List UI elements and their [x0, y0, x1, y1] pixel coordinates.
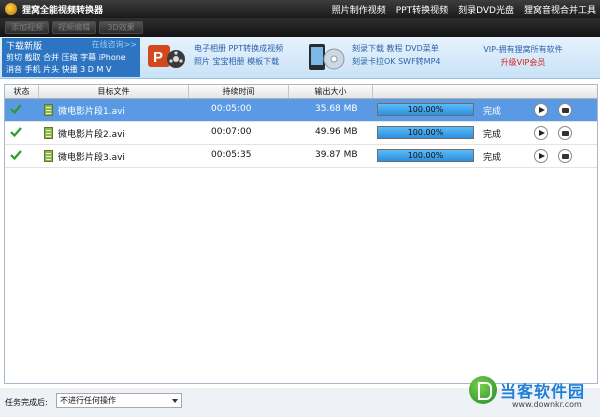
play-icon[interactable]: [534, 103, 548, 117]
progress-text: 100.00%: [407, 105, 444, 114]
col-target-file-header[interactable]: 目标文件: [39, 85, 189, 98]
progress-text: 100.00%: [407, 128, 444, 137]
window-title: 狸窝全能视频转换器: [22, 5, 104, 16]
ppt-film-icon[interactable]: P: [146, 41, 186, 73]
title-bar: 狸窝全能视频转换器 照片制作视频 PPT转换视频 刻录DVD光盘 狸窝音视合并工…: [0, 0, 600, 18]
task-table: 状态 目标文件 持续时间 输出大小 微电影片段1.avi 00:05:00 35…: [4, 84, 598, 384]
promo-dvd-text[interactable]: 刻录下载 教程 DVD菜单 刻录卡拉OK SWF转MP4: [352, 42, 441, 68]
edit-video-button[interactable]: 视频编辑: [52, 21, 96, 34]
nav-ppt-video-link[interactable]: PPT转换视频: [396, 3, 448, 16]
nav-merge-tool-link[interactable]: 狸窝音视合并工具: [524, 3, 596, 16]
promo-album-line-1[interactable]: 电子相册 PPT转换成视频: [194, 42, 283, 55]
after-complete-value: 不进行任何操作: [60, 396, 116, 405]
output-size: 39.87 MB: [315, 150, 358, 160]
download-features-line-1[interactable]: 剪切 截取 合并 压缩 字幕 iPhone: [6, 52, 126, 63]
download-title[interactable]: 下载新版: [6, 39, 42, 52]
watermark-logo-icon: [469, 376, 497, 404]
after-complete-select[interactable]: 不进行任何操作: [56, 393, 182, 408]
vip-upgrade-link[interactable]: 升级VIP会员: [448, 56, 598, 69]
open-folder-icon[interactable]: [558, 126, 572, 140]
table-header: 状态 目标文件 持续时间 输出大小: [5, 85, 597, 99]
promo-dvd-line-1[interactable]: 刻录下载 教程 DVD菜单: [352, 42, 441, 55]
file-name: 微电影片段2.avi: [58, 130, 125, 140]
progress-bar: 100.00%: [377, 149, 474, 162]
toolbar: 添加视频 视频编辑 3D效果: [0, 18, 600, 37]
open-folder-icon[interactable]: [558, 103, 572, 117]
download-box[interactable]: 下载新版 在线咨询>> 剪切 截取 合并 压缩 字幕 iPhone 消音 手机 …: [2, 38, 140, 77]
status-text: 完成: [483, 130, 502, 140]
chevron-down-icon[interactable]: [172, 399, 178, 403]
vip-line-1[interactable]: VIP-拥有狸窝所有软件: [448, 43, 598, 56]
video-file-icon: [44, 104, 53, 116]
check-icon: [10, 104, 22, 115]
progress-bar: 100.00%: [377, 126, 474, 139]
table-row[interactable]: 微电影片段1.avi 00:05:00 35.68 MB 100.00% 完成: [5, 99, 597, 122]
watermark-name: 当客软件园: [500, 382, 586, 401]
video-file-icon: [44, 127, 53, 139]
download-features-line-2[interactable]: 消音 手机 片头 快播 3 D M V: [6, 64, 111, 75]
col-status-header[interactable]: 状态: [5, 85, 39, 98]
video-file-icon: [44, 150, 53, 162]
progress-text: 100.00%: [407, 151, 444, 160]
nav-photo-video-link[interactable]: 照片制作视频: [332, 3, 386, 16]
check-icon: [10, 127, 22, 138]
duration: 00:05:00: [211, 104, 252, 114]
duration: 00:05:35: [211, 150, 252, 160]
promo-album-line-2[interactable]: 照片 宝宝相册 模板下载: [194, 55, 283, 68]
top-nav: 照片制作视频 PPT转换视频 刻录DVD光盘 狸窝音视合并工具: [322, 0, 596, 18]
col-duration-header[interactable]: 持续时间: [189, 85, 289, 98]
progress-bar: 100.00%: [377, 103, 474, 116]
vip-promo[interactable]: VIP-拥有狸窝所有软件 升级VIP会员: [448, 43, 598, 69]
promo-dvd-line-2[interactable]: 刻录卡拉OK SWF转MP4: [352, 55, 441, 68]
output-size: 35.68 MB: [315, 104, 358, 114]
add-video-button[interactable]: 添加视频: [5, 21, 49, 34]
open-folder-icon[interactable]: [558, 149, 572, 163]
table-row[interactable]: 微电影片段2.avi 00:07:00 49.96 MB 100.00% 完成: [5, 122, 597, 145]
online-consult-link[interactable]: 在线咨询>>: [92, 39, 137, 50]
svg-text:P: P: [153, 49, 163, 66]
col-progress-header: [373, 85, 597, 98]
nav-burn-dvd-link[interactable]: 刻录DVD光盘: [458, 3, 514, 16]
dvd-phone-icon[interactable]: [306, 41, 346, 73]
ad-banner: 下载新版 在线咨询>> 剪切 截取 合并 压缩 字幕 iPhone 消音 手机 …: [0, 37, 600, 79]
after-complete-label: 任务完成后:: [5, 398, 48, 407]
status-text: 完成: [483, 153, 502, 163]
play-icon[interactable]: [534, 149, 548, 163]
table-row[interactable]: 微电影片段3.avi 00:05:35 39.87 MB 100.00% 完成: [5, 145, 597, 168]
file-name: 微电影片段1.avi: [58, 107, 125, 117]
file-name: 微电影片段3.avi: [58, 153, 125, 163]
3d-effect-button[interactable]: 3D效果: [99, 21, 143, 34]
app-logo-icon: [5, 3, 17, 15]
output-size: 49.96 MB: [315, 127, 358, 137]
play-icon[interactable]: [534, 126, 548, 140]
status-text: 完成: [483, 107, 502, 117]
col-output-size-header[interactable]: 输出大小: [289, 85, 373, 98]
promo-album-text[interactable]: 电子相册 PPT转换成视频 照片 宝宝相册 模板下载: [194, 42, 283, 68]
watermark-url: www.downkr.com: [512, 400, 582, 409]
check-icon: [10, 150, 22, 161]
duration: 00:07:00: [211, 127, 252, 137]
